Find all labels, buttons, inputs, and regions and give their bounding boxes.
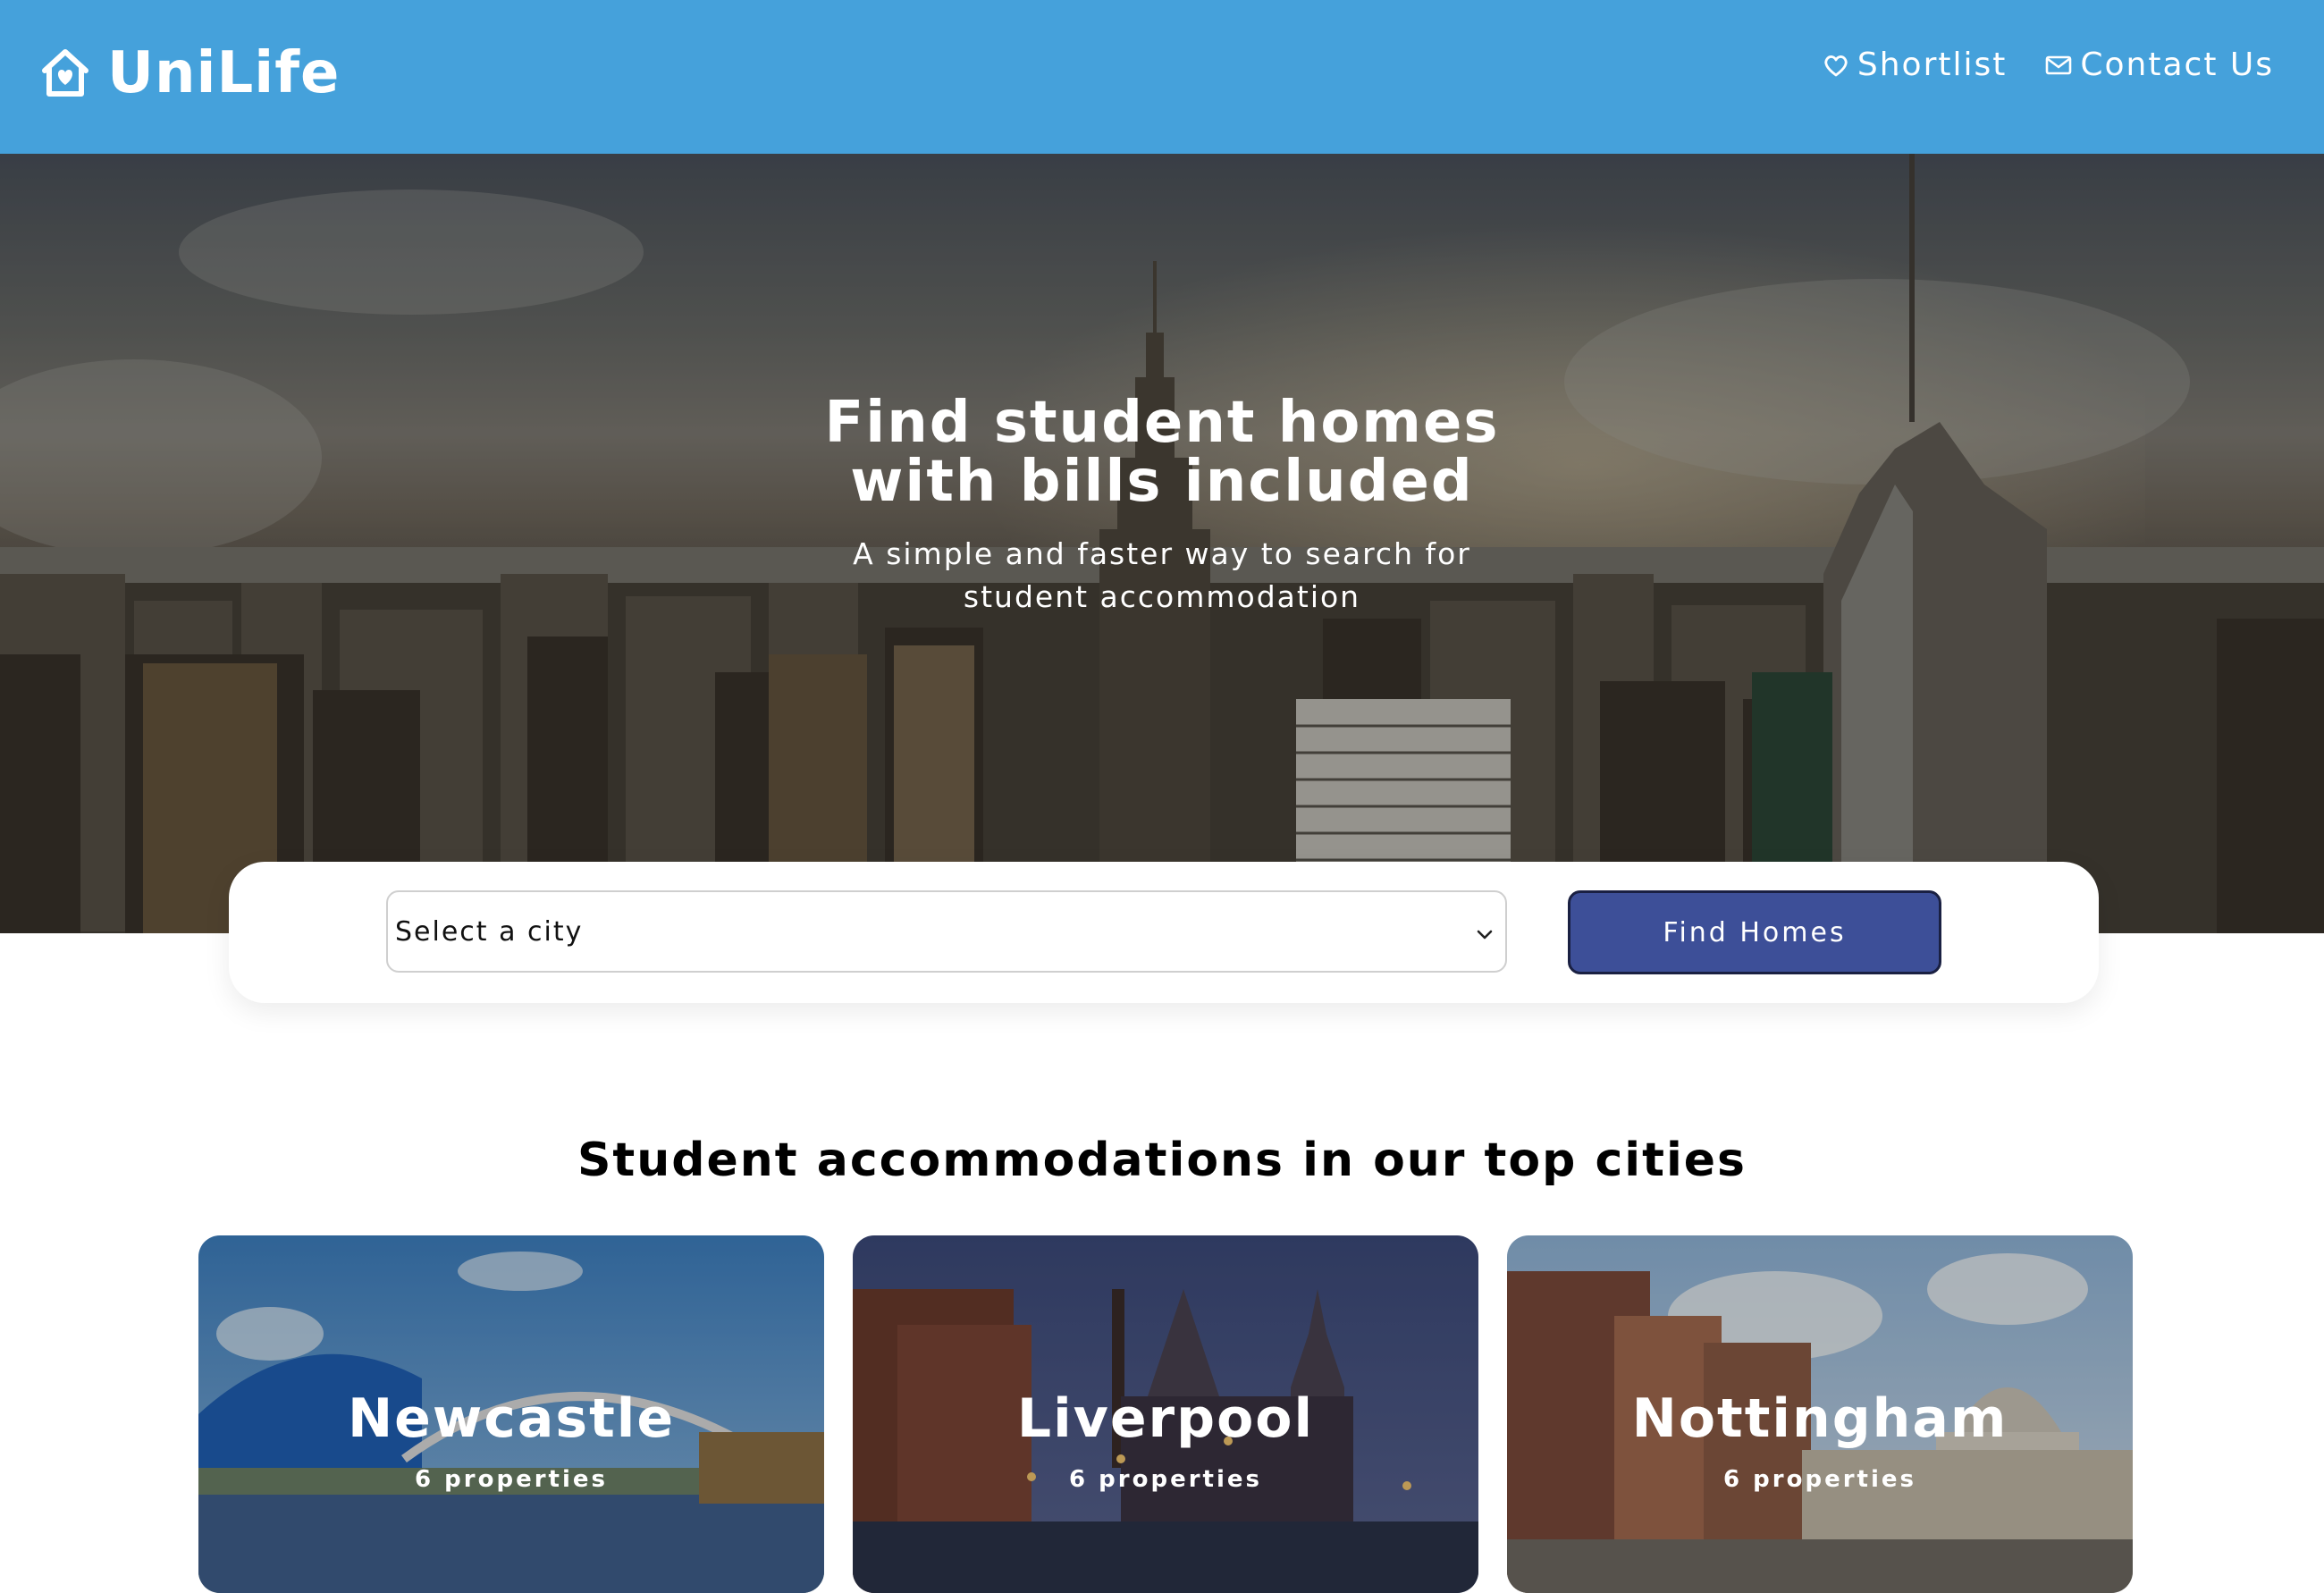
city-card-newcastle[interactable]: Newcastle 6 properties	[198, 1235, 824, 1593]
hero-subtitle: A simple and faster way to search for st…	[853, 536, 1471, 614]
contact-us-label: Contact Us	[2080, 46, 2274, 83]
hero-title-line-1: Find student homes	[824, 390, 1500, 456]
heart-icon	[1824, 55, 1848, 76]
hero-title-line-2: with bills included	[850, 449, 1474, 515]
city-property-count: 6 properties	[1723, 1466, 1916, 1493]
city-name: Newcastle	[347, 1387, 676, 1450]
city-select-value: Select a city	[395, 915, 584, 948]
hero-banner: Find student homes with bills included A…	[0, 154, 2324, 933]
contact-us-link[interactable]: Contact Us	[2044, 46, 2274, 83]
house-heart-icon	[42, 49, 88, 97]
chevron-down-icon	[1477, 930, 1493, 940]
city-property-count: 6 properties	[1069, 1466, 1262, 1493]
city-name: Liverpool	[1016, 1387, 1315, 1450]
city-name: Nottingham	[1631, 1387, 2008, 1450]
shortlist-link[interactable]: Shortlist	[1822, 46, 2007, 83]
site-header: UniLife Shortlist Contact Us	[0, 0, 2324, 154]
hero-title: Find student homes with bills included	[626, 393, 1698, 511]
mail-icon	[2046, 55, 2072, 74]
city-property-count: 6 properties	[415, 1466, 608, 1493]
city-select[interactable]: Select a city	[386, 890, 1507, 973]
logo-text: UniLife	[107, 40, 341, 106]
shortlist-label: Shortlist	[1857, 46, 2008, 83]
search-card: Select a city Find Homes	[229, 862, 2099, 1003]
find-homes-button[interactable]: Find Homes	[1568, 890, 1941, 974]
city-card-liverpool[interactable]: Liverpool 6 properties	[853, 1235, 1478, 1593]
main-nav: Shortlist Contact Us	[1784, 46, 2274, 83]
logo[interactable]: UniLife	[39, 38, 340, 109]
city-card-nottingham[interactable]: Nottingham 6 properties	[1507, 1235, 2133, 1593]
top-cities-heading: Student accommodations in our top cities	[577, 1134, 1747, 1187]
